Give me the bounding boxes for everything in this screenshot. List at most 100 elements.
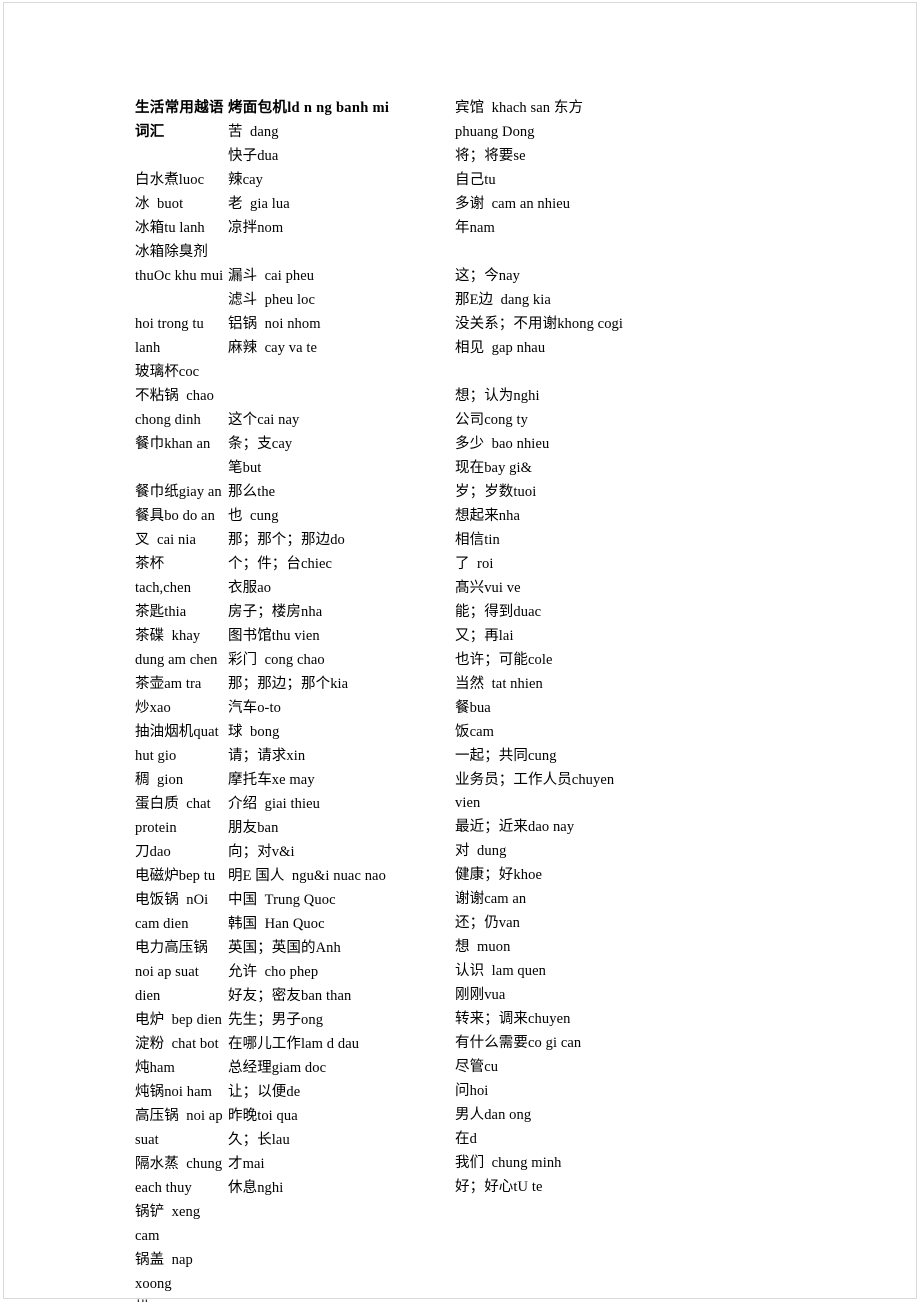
vocab-entry: 还；仍van [455,915,521,931]
vocab-entry-continuation: vien [455,795,481,811]
vocab-entry: 总经理giam doc [228,1060,327,1076]
vocab-entry: 老 gia lua [228,196,290,212]
vocab-entry: 能；得到duac [455,604,542,620]
vocab-entry: 转来；调来chuyen [455,1011,571,1027]
vocab-entry: 冰箱除臭剂thuOc khu mui [135,244,224,284]
vocab-entry: 餐具bo do an [135,508,215,524]
vocab-entry: 电炉 bep dien [135,1012,222,1028]
vocab-entry: 餐巾khan an [135,436,211,452]
vocab-entry: 那么the [228,484,276,500]
vocab-entry: 尽管cu [455,1059,499,1075]
vocab-entry: 抽油烟机quat hut gio [135,724,223,764]
vocab-entry: 条；支cay [228,436,293,452]
vocab-entry: 相见 gap nhau [455,340,546,356]
vocab-entry: 了 roi [455,556,494,572]
vocab-entry: 淀粉 chat bot [135,1036,219,1052]
vocab-entry: 这个cai nay [228,412,300,428]
vocab-entry: 隔水蒸 chung each thuy [135,1156,226,1196]
vocab-entry: 滤斗 pheu loc [228,292,315,308]
vocab-entry: 多谢 cam an nhieu [455,196,571,212]
vocab-entry: 介绍 giai thieu [228,796,321,812]
vocab-entry: 英国；英国的Anh [228,940,341,956]
vocab-entry: 刚刚vua [455,987,506,1003]
vocab-entry: 髙兴vui ve [455,580,521,596]
vocab-entry: 现在bay gi& [455,460,533,476]
vocab-entry: 中国 Trung Quoc [228,892,336,908]
vocab-entry: 允许 cho phep [228,964,319,980]
vocab-entry: 朋友ban [228,820,279,836]
vocab-entry: 多少 bao nhieu [455,436,550,452]
vocabulary-column-1: 生活常用越语词汇 白水煮luoc 冰 buot 冰箱tu lanh 冰箱除臭剂t… [0,96,225,1302]
vocab-entry: 蛋白质 chat protein [135,796,215,836]
vocab-entry: 不粘锅 chao chong dinh [135,388,218,428]
vocab-entry: 炖锅noi ham [135,1084,213,1100]
vocab-entry: 球 bong [228,724,280,740]
vocab-entry: 凉拌nom [228,220,284,236]
vocab-entry: 让；以便de [228,1084,301,1100]
vocab-entry: 快子dua [228,148,279,164]
vocab-entry: 铝锅 noi nhom [228,316,321,332]
vocab-entry: 向；对v&i [228,844,295,860]
vocab-entry: 想；认为nghi [455,388,540,404]
vocab-entry: 韩国 Han Quoc [228,916,325,932]
vocab-entry: 一起；共同cung [455,748,557,764]
vocab-entry: 那；那个；那边do [228,532,345,548]
vocab-entry: 自己tu [455,172,496,188]
vocab-entry: 业务员；工作人员chuyen [455,772,615,788]
vocab-entry: 请；请求xin [228,748,306,764]
vocab-entry: 那E边 dang kia [455,292,551,308]
page-title: 生活常用越语词汇 [135,100,224,140]
vocab-entry: 那；那边；那个kia [228,676,349,692]
vocab-entry: 烘say [135,1296,225,1302]
vocab-entry: 房子；楼房nha [228,604,323,620]
vocab-entry: 健康；好khoe [455,867,542,883]
vocab-entry: 茶匙thia [135,604,187,620]
document-page: 生活常用越语词汇 白水煮luoc 冰 buot 冰箱tu lanh 冰箱除臭剂t… [0,0,920,1302]
vocab-entry: 辣cay [228,172,264,188]
vocab-entry: 将；将要se [455,148,526,164]
vocab-entry: 好友；密友ban than [228,988,352,1004]
vocab-entry: 我们 chung minh [455,1155,562,1171]
vocab-entry: 麻辣 cay va te [228,340,318,356]
vocab-entry: 摩托车xe may [228,772,315,788]
vocab-entry: 在哪儿工作lam d dau [228,1036,360,1052]
vocab-entry: 相信tin [455,532,500,548]
vocab-entry: 这；今nay [455,268,521,284]
vocab-entry: 谢谢cam an [455,891,527,907]
vocab-entry: 餐bua [455,700,491,716]
vocab-entry: 茶壶am tra [135,676,202,692]
vocab-entry: 个；件；台chiec [228,556,333,572]
vocab-entry: 宾馆 khach san 东方 [455,100,584,116]
vocab-entry: 岁；岁数tuoi [455,484,537,500]
vocab-entry: 漏斗 cai pheu [228,268,315,284]
vocab-entry: 昨晚toi qua [228,1108,298,1124]
vocab-entry: 问hoi [455,1083,489,1099]
vocab-entry: 茶碟 khay dung am chen [135,628,218,668]
vocab-entry: 明E 国人 ngu&i nuac nao [228,868,386,884]
vocab-entry: 认识 lam quen [455,963,547,979]
vocab-entry: 才mai [228,1156,265,1172]
vocab-entry: 刀dao [135,844,171,860]
vocab-entry: 好；好心tU te [455,1179,543,1195]
vocabulary-column-3: 宾馆 khach san 东方 phuang Dong 将；将要se 自己tu … [450,96,790,1199]
vocab-entry: 有什么需要co gi can [455,1035,582,1051]
vocab-entry: 彩门 cong chao [228,652,325,668]
vocab-entry: 锅盖 nap xoong [135,1252,197,1292]
vocab-entry: 公司cong ty [455,412,528,428]
vocab-entry: 叉 cai nia [135,532,196,548]
vocab-entry: 也 cung [228,508,279,524]
vocab-entry: 白水煮luoc [135,172,205,188]
vocab-entry: 也许；可能cole [455,652,553,668]
vocab-entry: 茶杯 tach,chen [135,556,192,596]
vocab-entry: 汽车o-to [228,700,281,716]
vocab-entry: 稠 gion [135,772,184,788]
vocab-entry: 冰 buot [135,196,184,212]
vocab-entry: 玻璃杯coc [135,364,200,380]
vocabulary-columns: 生活常用越语词汇 白水煮luoc 冰 buot 冰箱tu lanh 冰箱除臭剂t… [0,96,920,1302]
